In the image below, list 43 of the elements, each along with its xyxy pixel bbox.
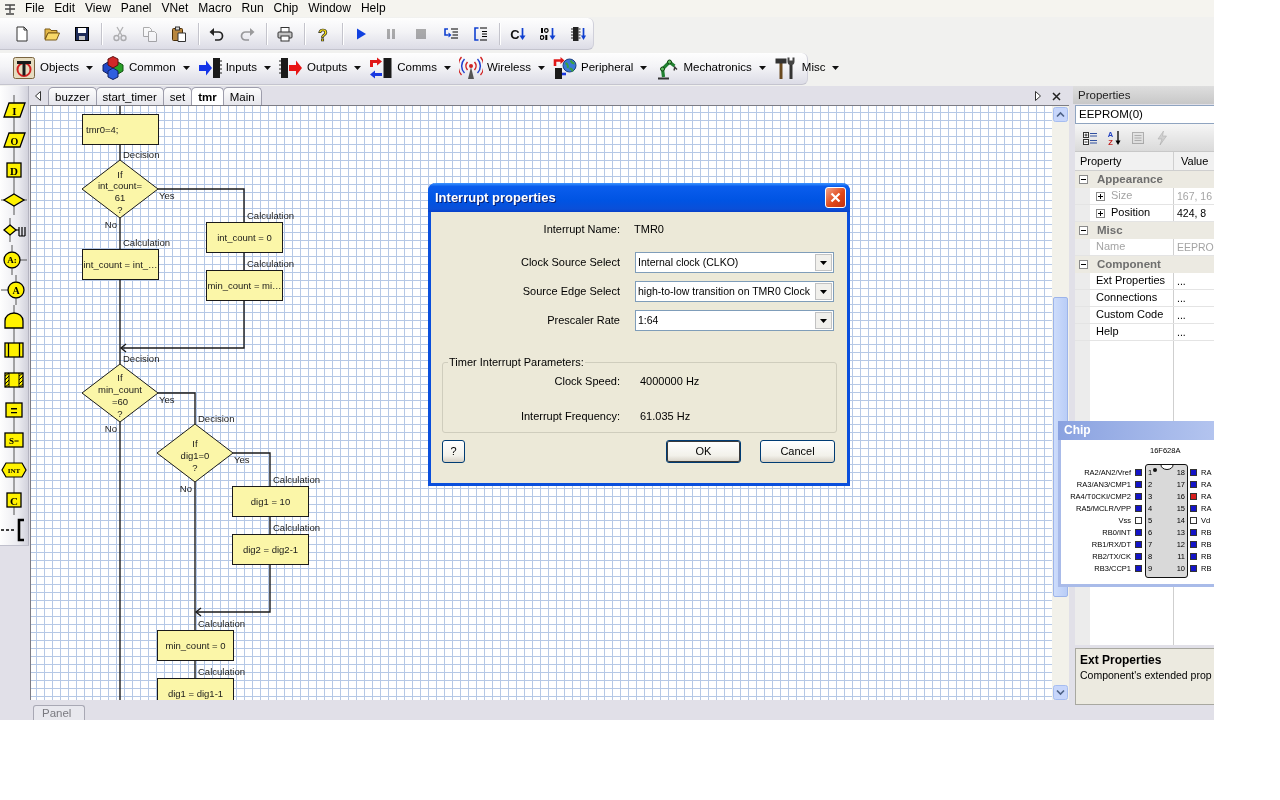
field-label: Clock Source Select [519,255,620,270]
calculation-block: int_count = int_… [82,249,159,280]
description-text: Component's extended prop [1080,668,1210,682]
branch-label: Yes [234,454,250,465]
calculation-block: dig2 = dig2-1 [232,534,309,565]
field-value: TMR0 [634,223,664,237]
field-value: 61.035 Hz [640,410,691,424]
description-title: Ext Properties [1080,653,1163,668]
branch-label: No [104,423,117,434]
branch-label: Yes [159,394,175,405]
branch-label: No [179,483,192,494]
block-type-label: Calculation [123,237,170,248]
calculation-block: min_count = mi… [206,270,283,301]
block-type-label: Calculation [198,666,245,677]
branch-label: No [104,219,117,230]
group-title: Timer Interrupt Parameters: [448,356,585,369]
field-label: Interrupt Name: [542,223,620,237]
field-label: Source Edge Select [521,284,620,299]
branch-label: Yes [159,190,175,201]
help-icon: ? [314,25,331,42]
chip-window-title: Chip [1058,421,1214,440]
block-type-label: Calculation [273,522,320,533]
calculation-block: dig1 = 10 [232,486,309,517]
block-type-label: Decision [123,353,160,364]
block-type-label: Decision [198,413,235,424]
field-value: 4000000 Hz [640,375,700,389]
block-type-label: Calculation [198,618,245,629]
block-type-label: Decision [123,149,160,160]
dialog-title: Interrupt properties [435,189,557,206]
calculation-block: int_count = 0 [206,222,283,253]
decision-block: If dig1=0 ? [156,423,234,483]
decision-block: If min_count =60 ? [81,363,159,423]
block-type-label: Calculation [273,474,320,485]
block-type-label: Calculation [247,210,294,221]
calculation-block: dig1 = dig1-1 [157,678,234,700]
block-type-label: Calculation [247,258,294,269]
properties-header: Properties [1073,86,1214,104]
calculation-block: min_count = 0 [157,630,234,661]
decision-block: If int_count= 61 ? [81,159,159,219]
field-label: Clock Speed: [553,375,620,389]
field-label: Prescaler Rate [546,313,620,328]
c-code-block: tmr0=4; [82,114,159,145]
field-label: Interrupt Frequency: [519,410,620,424]
